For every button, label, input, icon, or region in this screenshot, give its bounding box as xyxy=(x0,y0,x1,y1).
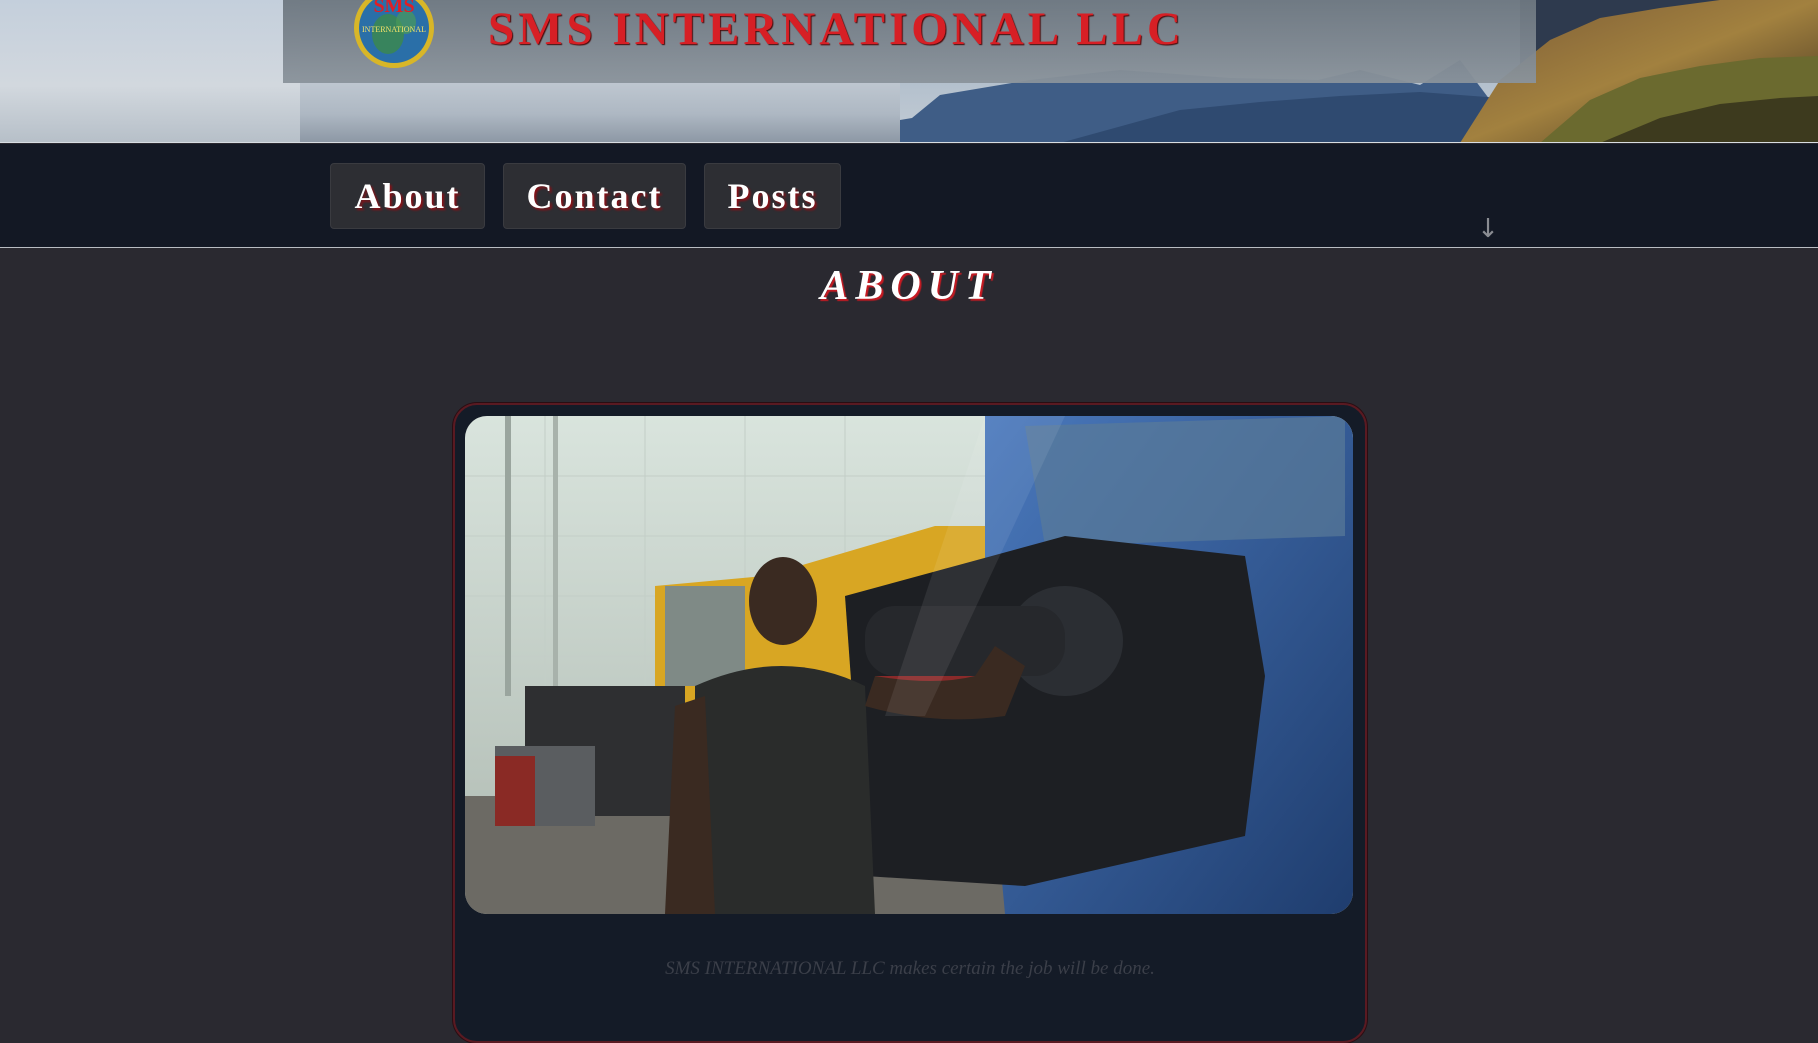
card-caption: SMS INTERNATIONAL LLC makes certain the … xyxy=(665,958,1155,979)
company-logo[interactable]: SMS INTERNATIONAL xyxy=(348,0,440,70)
main-nav: About Contact Posts ↓ xyxy=(0,144,1818,248)
arrow-down-icon[interactable]: ↓ xyxy=(1476,214,1500,244)
nav-contact-button[interactable]: Contact xyxy=(503,163,686,229)
page-title: ABOUT xyxy=(820,263,998,309)
mechanic-photo-illustration xyxy=(465,416,1353,914)
logo-text-top: SMS xyxy=(373,0,414,17)
about-photo xyxy=(465,416,1353,914)
banner-sky xyxy=(0,0,300,142)
header-banner: SMS INTERNATIONAL SMS INTERNATIONAL LLC xyxy=(0,0,1818,143)
nav-posts-button[interactable]: Posts xyxy=(704,163,841,229)
nav-about-button[interactable]: About xyxy=(330,163,485,229)
site-title[interactable]: SMS INTERNATIONAL LLC xyxy=(488,2,1185,56)
logo-text-bottom: INTERNATIONAL xyxy=(362,25,426,34)
about-card: SMS INTERNATIONAL LLC makes certain the … xyxy=(453,403,1367,1043)
